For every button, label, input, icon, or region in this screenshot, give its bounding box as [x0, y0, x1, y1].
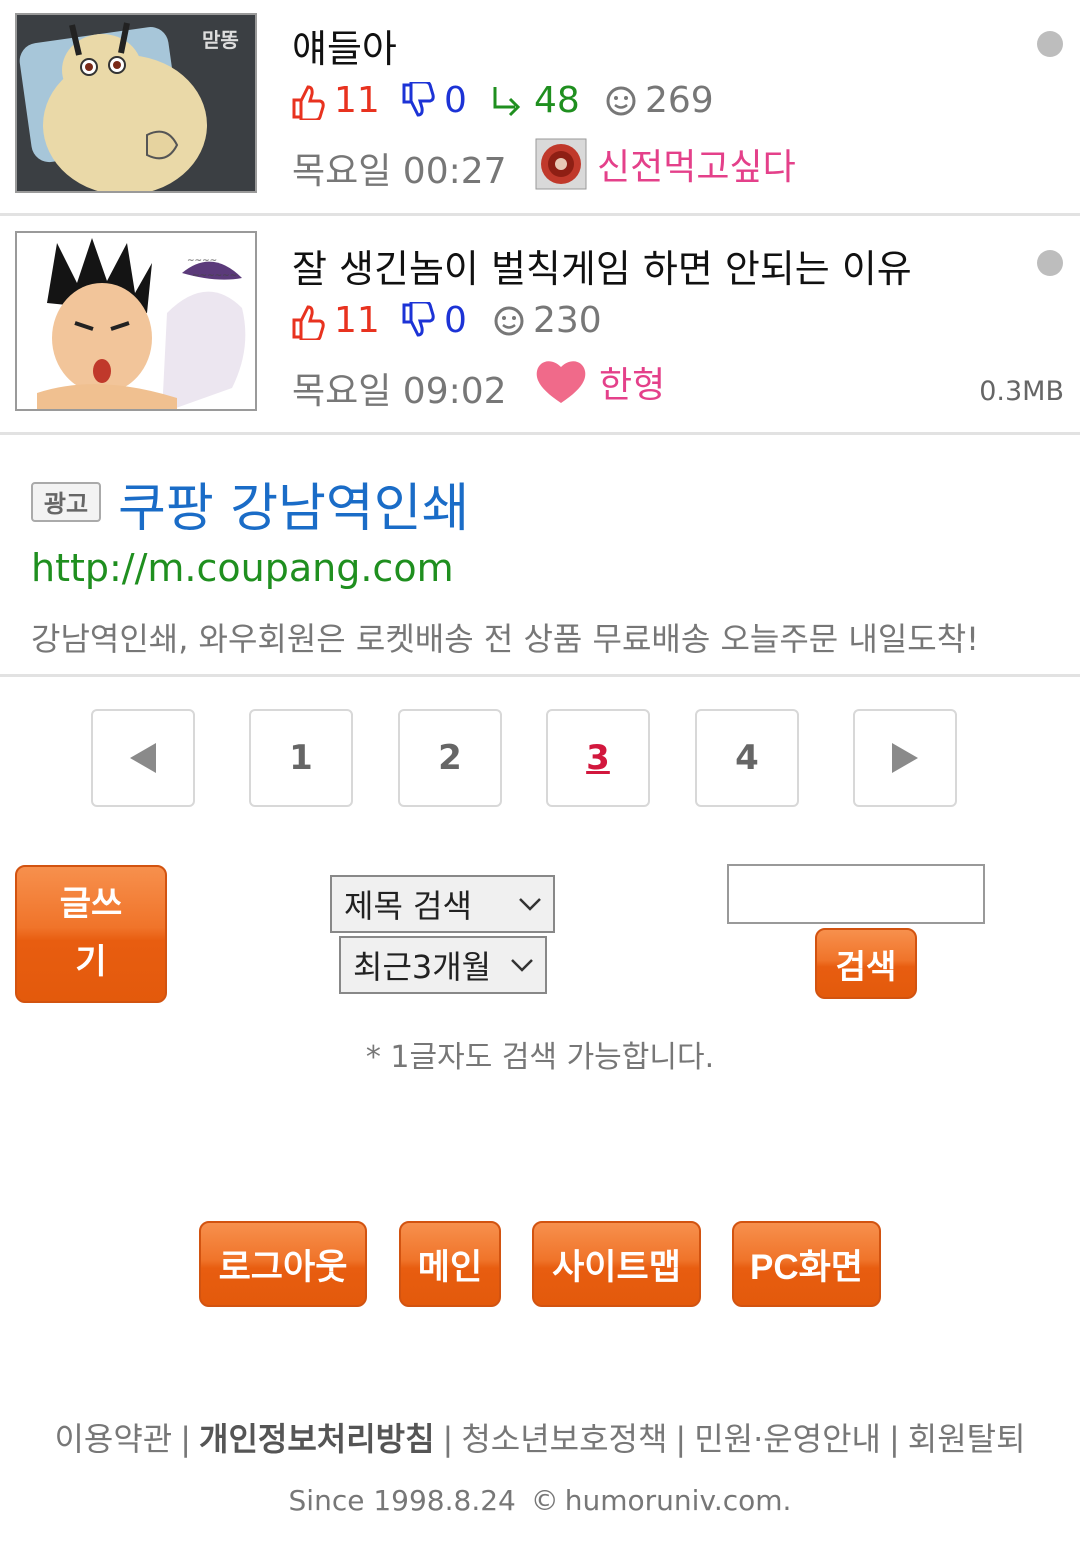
separator: | — [180, 1420, 191, 1458]
divider — [0, 674, 1080, 677]
page-button-1[interactable]: 1 — [249, 709, 353, 807]
thumb-watermark: 맏똥 — [202, 28, 239, 52]
smiley-icon — [494, 306, 524, 335]
search-input[interactable] — [727, 864, 985, 924]
write-post-button[interactable]: 글쓰 기 — [15, 865, 167, 1003]
chevron-down-icon — [519, 898, 541, 911]
thumbs-up-icon — [292, 84, 325, 120]
footer-link-withdraw[interactable]: 회원탈퇴 — [908, 1420, 1026, 1458]
copyright: Since 1998.8.24 © humoruniv.com. — [0, 1484, 1080, 1517]
reply-arrow-icon — [493, 86, 521, 116]
arrow-left-icon — [130, 743, 156, 773]
write-button-line2: 기 — [75, 943, 107, 981]
main-button[interactable]: 메인 — [399, 1221, 501, 1307]
dislike-count: 0 — [400, 80, 467, 121]
ad-description[interactable]: 강남역인쇄, 와우회원은 로켓배송 전 상품 무료배송 오늘주문 내일도착! — [31, 614, 979, 660]
ad-url-link[interactable]: http://m.coupang.com — [31, 546, 454, 590]
arrow-right-icon — [892, 743, 918, 773]
view-count: 230 — [493, 300, 602, 341]
search-scope-select[interactable]: 제목 검색 — [330, 875, 555, 933]
footer-link-terms[interactable]: 이용약관 — [54, 1420, 172, 1458]
thumbs-up-icon — [292, 304, 325, 340]
page-button-2[interactable]: 2 — [398, 709, 502, 807]
prev-page-button[interactable] — [91, 709, 195, 807]
write-button-line1: 글쓰 — [59, 885, 123, 924]
since-text: Since 1998.8.24 — [288, 1484, 516, 1517]
post-time: 목요일 09:02 — [292, 371, 507, 412]
like-count: 11 — [290, 300, 380, 341]
search-hint: * 1글자도 검색 가능합니다. — [365, 1040, 715, 1075]
logout-button[interactable]: 로그아웃 — [199, 1221, 367, 1307]
footer-link-privacy[interactable]: 개인정보처리방침 — [199, 1420, 435, 1458]
ad-title-link[interactable]: 쿠팡 강남역인쇄 — [118, 466, 469, 541]
post-thumbnail[interactable]: 맏똥 — [15, 13, 257, 193]
separator: | — [675, 1420, 687, 1458]
site-name: humoruniv.com. — [564, 1484, 792, 1517]
separator: | — [889, 1420, 900, 1458]
dislike-count: 0 — [400, 300, 467, 341]
view-count: 269 — [605, 80, 714, 121]
page-button-3-current[interactable]: 3 — [546, 709, 650, 807]
like-count: 11 — [290, 80, 380, 121]
search-period-value: 최근3개월 — [353, 948, 492, 986]
next-page-button[interactable] — [853, 709, 957, 807]
heart-icon — [536, 361, 586, 403]
post-author[interactable]: 신전먹고싶다 — [535, 138, 796, 190]
post-row[interactable]: ~~~~ ~~~~~~ 잘 생긴놈이 벌칙게임 하면 안되는 이유 11 0 2… — [0, 216, 1080, 435]
separator: | — [442, 1420, 454, 1458]
smiley-icon — [606, 86, 636, 115]
unread-dot-icon — [1037, 31, 1063, 57]
post-title[interactable]: 얘들아 — [292, 18, 397, 73]
sitemap-button[interactable]: 사이트맵 — [532, 1221, 701, 1307]
svg-text:~~~~~~: ~~~~~~ — [192, 271, 237, 281]
pc-view-button[interactable]: PC화면 — [732, 1221, 881, 1307]
unread-dot-icon — [1037, 250, 1063, 276]
post-thumbnail[interactable]: ~~~~ ~~~~~~ — [15, 231, 257, 411]
post-row[interactable]: 맏똥 얘들아 11 0 48 269 목요일 00:27 신전먹고싶다 — [0, 0, 1080, 216]
copyright-icon: © — [530, 1484, 559, 1517]
page-button-4[interactable]: 4 — [695, 709, 799, 807]
footer-link-support[interactable]: 민원·운영안내 — [694, 1420, 881, 1458]
chevron-down-icon — [511, 959, 533, 972]
post-title[interactable]: 잘 생긴놈이 벌칙게임 하면 안되는 이유 — [292, 238, 912, 293]
svg-text:~~~~: ~~~~ — [187, 256, 217, 266]
thumbs-down-icon — [402, 81, 435, 117]
footer-links: 이용약관 | 개인정보처리방침 | 청소년보호정책 | 민원·운영안내 | 회원탈퇴 — [0, 1414, 1080, 1460]
file-size: 0.3MB — [979, 376, 1064, 407]
post-author[interactable]: 한형 — [533, 356, 665, 408]
share-count: 48 — [490, 80, 580, 121]
search-button[interactable]: 검색 — [815, 928, 917, 999]
post-time: 목요일 00:27 — [292, 151, 507, 192]
search-scope-value: 제목 검색 — [344, 887, 472, 925]
thumbs-down-icon — [402, 301, 435, 337]
author-emblem-icon — [535, 138, 587, 190]
footer-link-youth[interactable]: 청소년보호정책 — [461, 1420, 667, 1458]
search-period-select[interactable]: 최근3개월 — [339, 936, 547, 994]
ad-badge: 광고 — [31, 482, 101, 522]
